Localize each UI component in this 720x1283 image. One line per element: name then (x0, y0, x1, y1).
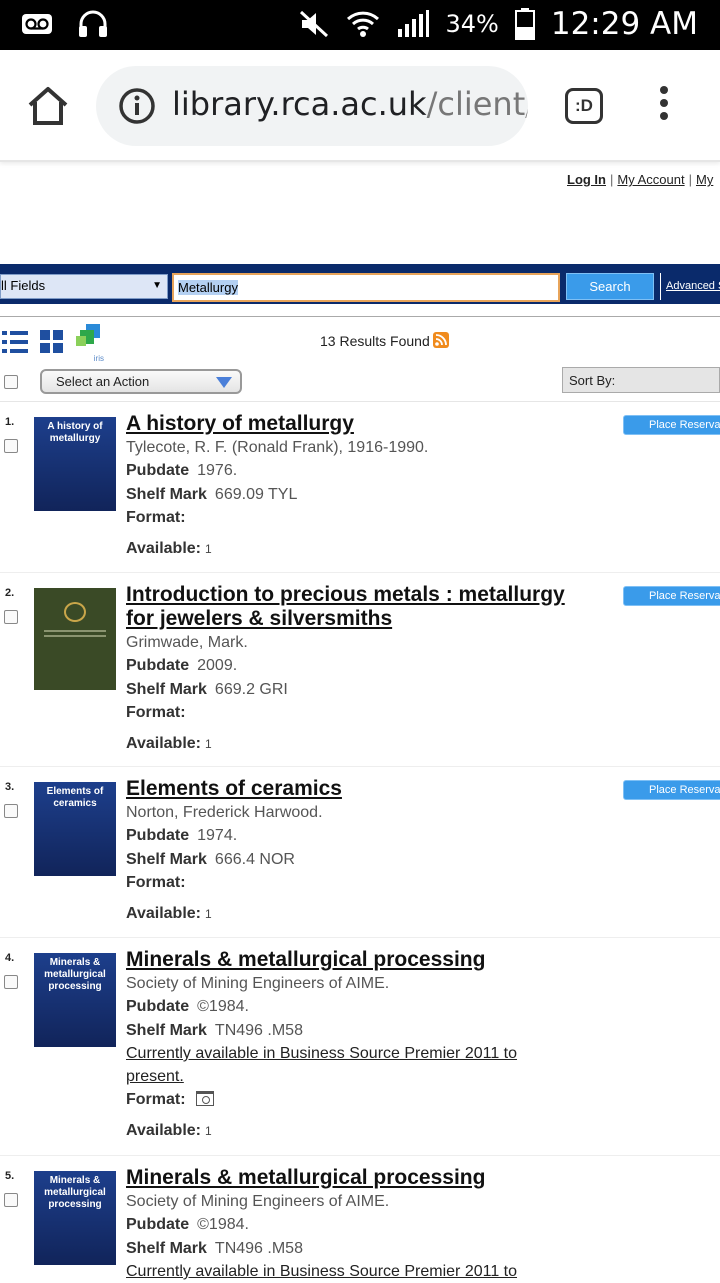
result-number: 5. (5, 1170, 15, 1182)
pubdate-row: Pubdate ©1984. (126, 998, 249, 1015)
login-link[interactable]: Log In (567, 172, 606, 187)
availability-row: Available: 1 (126, 1121, 212, 1139)
result-title[interactable]: Minerals & metallurgical processing (126, 948, 596, 972)
grid-view-icon[interactable] (40, 330, 64, 354)
rss-icon[interactable] (433, 332, 449, 348)
place-reservation-button[interactable]: Place Reserva (623, 780, 720, 800)
overflow-menu-icon[interactable] (656, 86, 672, 126)
search-button[interactable]: Search (566, 273, 654, 300)
signal-icon (397, 10, 429, 37)
place-reservation-button[interactable]: Place Reserva (623, 586, 720, 606)
iris-label: iris (93, 354, 104, 363)
shelf-mark-row: Shelf Mark 666.4 NOR (126, 850, 295, 868)
result-number: 2. (5, 587, 15, 599)
format-row: Format: (126, 509, 186, 526)
action-select-label: Select an Action (56, 374, 150, 389)
shelf-mark-row: Shelf Mark 669.2 GRI (126, 680, 288, 698)
pubdate-row: Pubdate 2009. (126, 657, 238, 674)
result-author: Society of Mining Engineers of AIME. (126, 1193, 390, 1210)
shelf-mark-row: Shelf Mark TN496 .M58 (126, 1021, 303, 1039)
result-checkbox[interactable] (4, 610, 18, 624)
action-select[interactable]: Select an Action (40, 369, 242, 394)
result-checkbox[interactable] (4, 975, 18, 989)
format-row: Format: (126, 704, 186, 721)
browser-toolbar: library.rca.ac.uk/client/2 :D (0, 50, 720, 162)
availability-row: Available: 1 (126, 734, 212, 752)
divider (0, 316, 720, 317)
result-title[interactable]: Elements of ceramics (126, 777, 596, 801)
book-cover[interactable]: Minerals & metallurgical processing (34, 953, 116, 1047)
dropdown-arrow-icon (216, 377, 232, 388)
shelf-mark-row: Shelf Mark TN496 .M58 (126, 1239, 303, 1257)
search-field-select[interactable]: ll Fields ▼ (0, 274, 168, 299)
book-cover[interactable]: Elements of ceramics (34, 782, 116, 876)
result-number: 3. (5, 781, 15, 793)
tab-switcher-button[interactable]: :D (565, 88, 603, 124)
result-checkbox[interactable] (4, 804, 18, 818)
result-checkbox[interactable] (4, 439, 18, 453)
shelf-mark-row: Shelf Mark 669.09 TYL (126, 485, 298, 503)
result-item: 3. Elements of ceramics Elements of cera… (0, 777, 720, 938)
account-links: Log In | My Account | My (567, 172, 714, 187)
list-view-icon[interactable] (2, 330, 28, 354)
ejournal-format-icon (195, 1091, 214, 1106)
place-reservation-button[interactable]: Place Reserva (623, 415, 720, 435)
divider (0, 401, 720, 402)
online-access-link[interactable]: Currently available in Business Source P… (126, 1042, 546, 1088)
mute-icon (299, 10, 328, 38)
result-author: Grimwade, Mark. (126, 634, 248, 651)
search-bar: ll Fields ▼ Metallurgy Search Advanced S (0, 264, 720, 304)
result-checkbox[interactable] (4, 1193, 18, 1207)
format-row: Format: (126, 1088, 596, 1112)
battery-icon (514, 8, 535, 40)
search-query-text: Metallurgy (178, 280, 238, 295)
search-input[interactable]: Metallurgy (172, 273, 560, 302)
my-lists-link[interactable]: My (696, 172, 713, 187)
info-icon[interactable] (118, 87, 156, 125)
battery-percent: 34% (445, 10, 499, 38)
wifi-icon (346, 11, 379, 37)
pubdate-row: Pubdate 1974. (126, 827, 238, 844)
my-account-link[interactable]: My Account (617, 172, 684, 187)
result-title[interactable]: Minerals & metallurgical processing (126, 1166, 596, 1190)
headphones-icon (79, 10, 107, 37)
result-title[interactable]: A history of metallurgy (126, 412, 596, 436)
url-text: library.rca.ac.uk/client/2 (172, 85, 528, 123)
iris-view-icon[interactable]: iris (74, 324, 104, 363)
search-field-value: ll Fields (1, 278, 46, 293)
result-author: Tylecote, R. F. (Ronald Frank), 1916-199… (126, 439, 429, 456)
book-cover[interactable]: A history of metallurgy (34, 417, 116, 511)
url-path: /client/2 (426, 85, 528, 123)
sort-by-select[interactable]: Sort By: (562, 367, 720, 393)
status-bar: 34% 12:29 AM (0, 0, 720, 50)
result-item: 4. Minerals & metallurgical processing M… (0, 948, 720, 1156)
address-bar[interactable]: library.rca.ac.uk/client/2 (96, 66, 528, 146)
result-item: 5. Minerals & metallurgical processing M… (0, 1166, 720, 1280)
result-title[interactable]: Introduction to precious metals : metall… (126, 583, 596, 631)
format-row: Format: (126, 874, 186, 891)
clock: 12:29 AM (550, 6, 698, 42)
book-cover[interactable] (34, 588, 116, 690)
pubdate-row: Pubdate ©1984. (126, 1216, 249, 1233)
availability-row: Available: 1 (126, 904, 212, 922)
result-number: 1. (5, 416, 15, 428)
url-domain: library.rca.ac.uk (172, 85, 427, 123)
result-item: 1. A history of metallurgy A history of … (0, 412, 720, 573)
select-all-checkbox[interactable] (4, 375, 18, 389)
results-count: 13 Results Found (320, 333, 430, 349)
pubdate-row: Pubdate 1976. (126, 462, 238, 479)
result-item: 2. Introduction to precious metals : met… (0, 583, 720, 767)
availability-row: Available: 1 (126, 539, 212, 557)
result-number: 4. (5, 952, 15, 964)
home-icon[interactable] (26, 84, 70, 128)
result-author: Society of Mining Engineers of AIME. (126, 975, 390, 992)
voicemail-icon (22, 14, 52, 34)
dropdown-arrow-icon: ▼ (152, 280, 162, 291)
book-cover[interactable]: Minerals & metallurgical processing (34, 1171, 116, 1265)
result-author: Norton, Frederick Harwood. (126, 804, 323, 821)
advanced-search-link[interactable]: Advanced S (660, 273, 720, 300)
ring-image (64, 602, 86, 622)
